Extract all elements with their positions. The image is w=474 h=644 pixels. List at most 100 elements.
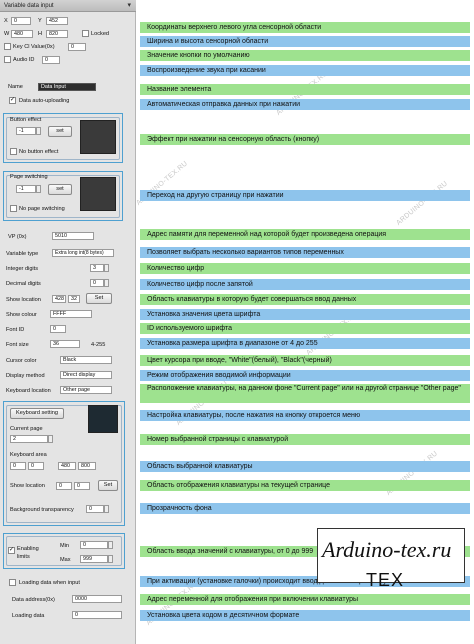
button-effect-input[interactable]: -1 <box>16 127 36 135</box>
loading-data-input[interactable]: 0 <box>72 611 122 619</box>
name-input[interactable]: Data Input <box>38 83 96 91</box>
page-switching-spin[interactable] <box>36 185 41 193</box>
page-switching-input[interactable]: -1 <box>16 185 36 193</box>
no-page-switching-label: No page switching <box>19 206 65 212</box>
enabling-limits-checkbox[interactable]: ✓ <box>8 547 15 554</box>
no-page-switching-checkbox[interactable] <box>10 205 17 212</box>
locked-checkbox[interactable] <box>82 30 89 37</box>
integer-digits-input[interactable]: 3 <box>90 264 104 272</box>
font-id-input[interactable]: 0 <box>50 325 66 333</box>
properties-panel: Variable data input ▾ X 0 Y 452 W 480 H … <box>0 0 136 644</box>
annotation-bar: Координаты верхнего левого угла сенсорно… <box>140 22 470 33</box>
vp-input[interactable]: 5010 <box>52 232 94 240</box>
show-location-y-input[interactable]: 32 <box>68 295 80 303</box>
current-page-input[interactable]: 2 <box>10 435 48 443</box>
decimal-digits-input[interactable]: 0 <box>90 279 104 287</box>
kb-show-x-input[interactable]: 0 <box>56 482 72 490</box>
annotation-bar: Цвет курсора при вводе, "White"(белый), … <box>140 355 470 366</box>
font-size-input[interactable]: 36 <box>50 340 80 348</box>
key-cl-input[interactable]: 0 <box>68 43 86 51</box>
enabling-limits-label: Enabling limits <box>17 546 39 560</box>
keyboard-area-y2[interactable]: 800 <box>78 462 96 470</box>
keyboard-area-y1[interactable]: 0 <box>28 462 44 470</box>
h-label: H <box>38 31 43 37</box>
key-cl-checkbox[interactable] <box>4 43 11 50</box>
annotation-bar: Значение кнопки по умолчанию <box>140 50 470 61</box>
keyboard-location-select[interactable]: Other page <box>60 386 112 394</box>
cursor-color-label: Cursor color <box>6 358 37 364</box>
max-input[interactable]: 999 <box>80 555 108 563</box>
font-id-label: Font ID <box>6 327 25 333</box>
loading-data-when-input-checkbox[interactable] <box>9 579 16 586</box>
name-label: Name <box>8 84 23 90</box>
no-button-effect-checkbox[interactable] <box>10 148 17 155</box>
current-page-label: Current page <box>10 426 43 432</box>
annotation-bar: Настройка клавиатуры, после нажатия на к… <box>140 410 470 421</box>
font-size-label: Font size <box>6 342 29 348</box>
annotation-bar: Количество цифр после запятой <box>140 279 470 290</box>
max-spin[interactable] <box>108 555 113 563</box>
font-size-range: 4-255 <box>91 342 106 348</box>
current-page-spin[interactable] <box>48 435 53 443</box>
background-transparency-label: Background transparency <box>10 507 74 513</box>
integer-digits-label: Integer digits <box>6 266 39 272</box>
kb-show-y-input[interactable]: 0 <box>74 482 90 490</box>
annotation-bar: Установка цвета кодом в десятичном форма… <box>140 610 470 621</box>
keyboard-location-label: Keyboard location <box>6 388 51 394</box>
decimal-digits-spin[interactable] <box>104 279 109 287</box>
background-transparency-input[interactable]: 0 <box>86 505 104 513</box>
kb-show-set-button[interactable]: Set <box>98 480 118 491</box>
background-transparency-spin[interactable] <box>104 505 109 513</box>
audio-id-input[interactable]: 0 <box>42 56 60 64</box>
y-input[interactable]: 452 <box>46 17 68 25</box>
annotation-bar: Расположение клавиатуры, на данном фоне … <box>140 384 470 403</box>
x-label: X <box>4 18 8 24</box>
integer-digits-spin[interactable] <box>104 264 109 272</box>
min-input[interactable]: 0 <box>80 541 108 549</box>
variable-type-select[interactable]: Extra long int(8 bytes) <box>52 249 114 257</box>
display-method-select[interactable]: Direct display <box>60 371 112 379</box>
key-cl-label: Key Cl Value(0x) <box>13 44 55 50</box>
min-label: Min <box>60 543 70 549</box>
page-switching-label: Page switching <box>10 174 48 180</box>
variable-type-label: Variable type <box>6 251 39 257</box>
annotation-bar: Режим отображения вводимой информации <box>140 370 470 381</box>
annotation-bar: Номер выбранной страницы с клавиатурой <box>140 434 470 445</box>
show-location-x-input[interactable]: 428 <box>52 295 66 303</box>
page-switching-set-button[interactable]: set <box>48 184 72 195</box>
min-spin[interactable] <box>108 541 113 549</box>
data-auto-uploading-checkbox[interactable]: ✓ <box>9 97 16 104</box>
annotation-bar: Установка значения цвета шрифта <box>140 309 470 320</box>
data-address-label: Data address(0x) <box>12 597 55 603</box>
annotation-bar: Прозрачность фона <box>140 503 470 514</box>
annotation-bar: Название элемента <box>140 84 470 95</box>
annotation-bar: Ширина и высота сенсорной области <box>140 36 470 47</box>
h-input[interactable]: 820 <box>46 30 68 38</box>
collapse-icon[interactable]: ▾ <box>127 0 131 12</box>
button-effect-preview <box>80 120 116 154</box>
audio-checkbox[interactable] <box>4 56 11 63</box>
loading-data-label: Loading data <box>12 613 45 619</box>
vp-label: VP (0x) <box>8 234 27 240</box>
x-input[interactable]: 0 <box>11 17 31 25</box>
show-location-label: Show location <box>6 297 41 303</box>
keyboard-area-x1[interactable]: 0 <box>10 462 26 470</box>
keyboard-preview <box>88 405 118 433</box>
show-location-set-button[interactable]: Set <box>86 293 112 304</box>
keyboard-area-x2[interactable]: 480 <box>58 462 76 470</box>
annotation-bar: Автоматическая отправка данных при нажат… <box>140 99 470 110</box>
button-effect-set-button[interactable]: set <box>48 126 72 137</box>
display-method-label: Display method <box>6 373 45 379</box>
annotation-bar: Адрес переменной для отображения при вкл… <box>140 594 470 605</box>
annotation-bar: Область отображения клавиатуры на текуще… <box>140 480 470 491</box>
show-colour-label: Show colour <box>6 312 37 318</box>
data-address-input[interactable]: 0000 <box>72 595 122 603</box>
decimal-digits-label: Decimal digits <box>6 281 41 287</box>
button-effect-spin[interactable] <box>36 127 41 135</box>
w-input[interactable]: 480 <box>11 30 33 38</box>
w-label: W <box>4 31 10 37</box>
cursor-color-select[interactable]: Black <box>60 356 112 364</box>
show-colour-input[interactable]: FFFF <box>50 310 92 318</box>
keyboard-setting-button[interactable]: Keyboard setting <box>10 408 64 419</box>
panel-title: Variable data input <box>0 0 136 12</box>
